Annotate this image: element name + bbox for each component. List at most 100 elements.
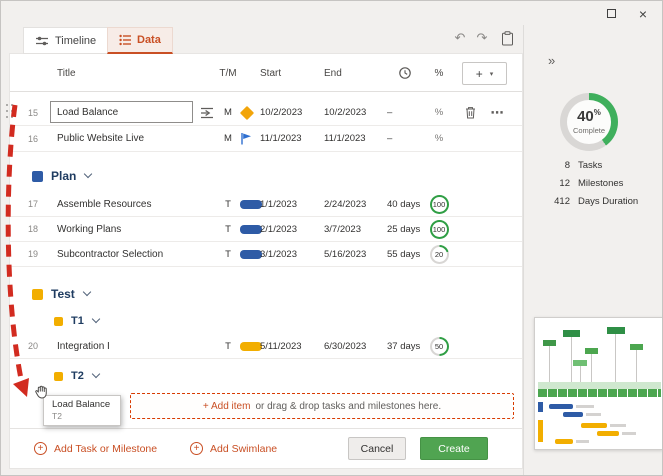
start-cell[interactable]: 2/1/2023 bbox=[260, 217, 297, 241]
add-item-link[interactable]: + Add item bbox=[203, 401, 251, 412]
thumbnail-shape bbox=[591, 354, 592, 382]
swimlane-label[interactable]: T2 bbox=[71, 370, 84, 382]
end-cell[interactable]: 11/1/2023 bbox=[324, 126, 366, 151]
drag-ghost-sublabel: T2 bbox=[52, 411, 62, 422]
collapse-sidebar-button[interactable]: » bbox=[548, 53, 555, 68]
tm-cell[interactable]: T bbox=[216, 242, 240, 266]
undo-button[interactable]: ↶ bbox=[450, 28, 470, 48]
timeline-preview-thumbnail[interactable] bbox=[534, 317, 662, 450]
swimlane-label[interactable]: Plan bbox=[51, 169, 76, 183]
percent-complete-badge[interactable]: 20 bbox=[429, 244, 449, 264]
swimlane-color-chip[interactable] bbox=[54, 371, 63, 381]
drag-handle[interactable] bbox=[4, 102, 15, 122]
column-header-tm[interactable]: T/M bbox=[216, 60, 240, 86]
swimlane-label[interactable]: T1 bbox=[71, 315, 84, 327]
thumbnail-shape bbox=[563, 412, 583, 417]
percent-complete-badge[interactable]: 50 bbox=[429, 336, 449, 356]
title-input[interactable] bbox=[50, 101, 193, 123]
row-number: 15 bbox=[27, 107, 38, 118]
swimlane-plan[interactable]: Plan bbox=[10, 162, 522, 190]
percent-cell[interactable]: 100 bbox=[425, 217, 453, 241]
tm-cell[interactable]: T bbox=[216, 334, 240, 358]
thumbnail-shape bbox=[538, 420, 543, 442]
more-options-button[interactable]: ⋯ bbox=[486, 100, 508, 125]
tab-timeline[interactable]: Timeline bbox=[23, 27, 109, 54]
title-cell[interactable]: Public Website Live bbox=[57, 126, 144, 151]
start-cell[interactable]: 1/1/2023 bbox=[260, 192, 297, 216]
title-cell[interactable]: Subcontractor Selection bbox=[57, 242, 163, 266]
column-header-end[interactable]: End bbox=[324, 60, 342, 86]
grab-hand-cursor-icon bbox=[33, 384, 50, 406]
percent-complete-badge[interactable]: 100 bbox=[429, 194, 449, 214]
title-cell[interactable]: Integration I bbox=[57, 334, 110, 358]
table-row-16: 16 Public Website Live M 11/1/2023 11/1/… bbox=[10, 126, 522, 152]
chevron-down-icon[interactable] bbox=[91, 369, 101, 379]
redo-button[interactable]: ↷ bbox=[472, 28, 492, 48]
title-cell[interactable]: Working Plans bbox=[57, 217, 121, 241]
footer-bar: + Add Task or Milestone + Add Swimlane C… bbox=[10, 428, 522, 468]
column-header-percent[interactable]: % bbox=[429, 60, 449, 86]
end-cell[interactable]: 5/16/2023 bbox=[324, 242, 366, 266]
thumbnail-shape bbox=[610, 424, 626, 427]
end-cell[interactable]: 6/30/2023 bbox=[324, 334, 366, 358]
thumbnail-shape bbox=[622, 432, 636, 435]
sub-swimlane-t1[interactable]: T1 bbox=[10, 311, 522, 331]
stat-label: Tasks bbox=[578, 159, 603, 171]
tab-data[interactable]: Data bbox=[107, 27, 173, 54]
start-cell[interactable]: 11/1/2023 bbox=[260, 126, 302, 151]
chevron-down-icon[interactable] bbox=[82, 287, 92, 297]
progress-label: Complete bbox=[572, 126, 606, 135]
thumbnail-shape bbox=[538, 402, 543, 412]
percent-cell[interactable]: 20 bbox=[425, 242, 453, 266]
tm-cell[interactable]: T bbox=[216, 192, 240, 216]
undo-icon: ↶ bbox=[454, 30, 466, 45]
row-number: 20 bbox=[27, 341, 38, 351]
swimlane-color-chip[interactable] bbox=[32, 288, 43, 300]
duration-clock-icon[interactable] bbox=[398, 66, 412, 85]
tm-cell[interactable]: M bbox=[216, 126, 240, 151]
close-icon: × bbox=[638, 5, 648, 22]
plus-icon: + bbox=[475, 66, 483, 81]
paste-button[interactable] bbox=[497, 28, 517, 48]
start-cell[interactable]: 10/2/2023 bbox=[260, 100, 302, 125]
column-header-title[interactable]: Title bbox=[57, 60, 76, 86]
thumbnail-shape bbox=[636, 350, 637, 382]
row-number: 18 bbox=[27, 224, 38, 234]
end-cell[interactable]: 2/24/2023 bbox=[324, 192, 366, 216]
indent-button[interactable] bbox=[198, 100, 216, 125]
swimlane-color-chip[interactable] bbox=[54, 316, 63, 326]
swimlane-test[interactable]: Test bbox=[10, 280, 522, 308]
start-cell[interactable]: 3/1/2023 bbox=[260, 242, 297, 266]
percent-cell[interactable]: 50 bbox=[425, 334, 453, 358]
swimlane-color-chip[interactable] bbox=[32, 170, 43, 182]
add-task-or-milestone-button[interactable]: + Add Task or Milestone bbox=[34, 429, 157, 468]
maximize-button[interactable] bbox=[602, 5, 620, 22]
add-column-button[interactable]: + ▾ bbox=[462, 62, 507, 85]
chevron-down-icon[interactable] bbox=[84, 169, 93, 179]
swimlane-label[interactable]: Test bbox=[51, 287, 75, 301]
chevron-down-icon[interactable] bbox=[91, 314, 101, 324]
close-button[interactable]: × bbox=[634, 5, 652, 22]
row-number: 16 bbox=[27, 133, 38, 144]
end-cell[interactable]: 3/7/2023 bbox=[324, 217, 361, 241]
thumbnail-shape bbox=[615, 334, 616, 382]
drop-target-zone[interactable]: + Add item or drag & drop tasks and mile… bbox=[130, 393, 514, 419]
start-cell[interactable]: 5/11/2023 bbox=[260, 334, 302, 358]
title-cell[interactable]: Assemble Resources bbox=[57, 192, 151, 216]
percent-cell[interactable]: % bbox=[425, 126, 453, 151]
end-cell[interactable]: 10/2/2023 bbox=[324, 100, 366, 125]
delete-row-button[interactable] bbox=[462, 100, 478, 125]
percent-complete-badge[interactable]: 100 bbox=[429, 219, 449, 239]
summary-sidebar: » 40% Complete 8 Tasks 12 Milestones 412… bbox=[523, 25, 662, 475]
tm-cell[interactable]: T bbox=[216, 217, 240, 241]
thumbnail-shape bbox=[571, 337, 572, 382]
percent-cell[interactable]: 100 bbox=[425, 192, 453, 216]
create-button[interactable]: Create bbox=[420, 437, 488, 460]
tm-cell[interactable]: M bbox=[216, 100, 240, 125]
column-header-start[interactable]: Start bbox=[260, 60, 281, 86]
stat-milestones: 12 Milestones bbox=[540, 175, 623, 191]
percent-cell[interactable]: % bbox=[425, 100, 453, 125]
sub-swimlane-t2[interactable]: T2 bbox=[10, 366, 522, 386]
cancel-button[interactable]: Cancel bbox=[348, 437, 406, 460]
add-swimlane-button[interactable]: + Add Swimlane bbox=[190, 429, 277, 468]
